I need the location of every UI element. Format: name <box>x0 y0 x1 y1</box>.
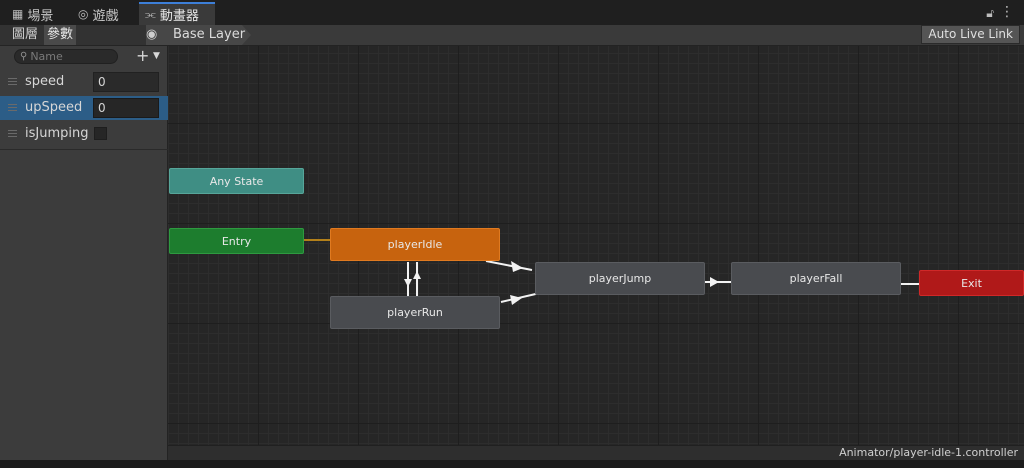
state-player-fall[interactable]: playerFall <box>731 262 901 295</box>
tab-animator[interactable]: ⫘ 動畫器 <box>139 2 215 25</box>
tab-game-label: 遊戲 <box>92 8 119 24</box>
search-input[interactable] <box>27 50 111 63</box>
parameter-value-input[interactable] <box>93 72 159 92</box>
animator-icon: ⫘ <box>145 7 156 21</box>
transition-idle-jump[interactable] <box>485 260 533 271</box>
more-options-icon[interactable]: ⋮ <box>1000 4 1014 20</box>
parameter-name: speed <box>25 74 65 89</box>
tab-game[interactable]: ◎ 遊戲 <box>72 3 125 25</box>
parameter-name: upSpeed <box>25 100 83 115</box>
state-any-state[interactable]: Any State <box>169 168 304 194</box>
arrow-icon <box>404 279 412 287</box>
transition-run-jump[interactable] <box>500 292 541 303</box>
grid-icon: ▦ <box>12 7 24 21</box>
gamepad-icon: ◎ <box>78 7 89 21</box>
parameter-row-speed[interactable]: speed <box>0 70 168 94</box>
drag-handle-icon[interactable] <box>8 130 17 137</box>
arrow-icon <box>511 261 523 272</box>
graph-toolbar: ◉ Base Layer Auto Live Link <box>146 25 1024 46</box>
tab-animator-label: 動畫器 <box>159 9 199 24</box>
divider <box>0 149 168 150</box>
tab-parameters[interactable]: 參數 <box>44 25 77 45</box>
tab-layers[interactable]: 圖層 <box>9 25 41 45</box>
parameter-search-row: ⚲ + ▼ <box>0 46 168 68</box>
parameter-row-upspeed[interactable]: upSpeed <box>0 96 168 120</box>
window-tab-bar: ▦ 場景 ◎ 遊戲 ⫘ 動畫器 🔓︎ ⋮ <box>0 0 1024 25</box>
lock-icon[interactable]: 🔓︎ <box>986 6 994 21</box>
tab-scene-label: 場景 <box>27 8 54 24</box>
arrow-icon <box>710 277 719 287</box>
breadcrumb-base-layer[interactable]: Base Layer <box>173 27 245 42</box>
auto-live-link-button[interactable]: Auto Live Link <box>921 25 1020 44</box>
parameter-row-isjumping[interactable]: isJumping <box>0 122 168 146</box>
parameter-checkbox[interactable] <box>94 127 107 140</box>
bottom-panel-edge <box>0 460 1024 468</box>
state-player-run[interactable]: playerRun <box>330 296 500 329</box>
parameter-name: isJumping <box>25 126 89 141</box>
eye-icon[interactable]: ◉ <box>146 27 157 42</box>
add-parameter-button[interactable]: + <box>136 46 149 65</box>
state-player-jump[interactable]: playerJump <box>535 262 705 295</box>
panel-tabs: 圖層 參數 <box>0 25 168 46</box>
parameters-panel: 圖層 參數 ⚲ + ▼ speed upSpeed isJumping <box>0 25 168 460</box>
parameter-search[interactable]: ⚲ <box>14 49 118 64</box>
dropdown-caret-icon[interactable]: ▼ <box>153 51 160 61</box>
tab-scene[interactable]: ▦ 場景 <box>6 3 59 25</box>
drag-handle-icon[interactable] <box>8 78 17 85</box>
animator-graph[interactable]: Any State Entry playerIdle playerRun pla… <box>168 25 1024 445</box>
drag-handle-icon[interactable] <box>8 104 17 111</box>
status-bar: Animator/player-idle-1.controller <box>168 445 1024 461</box>
parameter-value-input[interactable] <box>93 98 159 118</box>
search-icon: ⚲ <box>20 51 28 62</box>
state-exit[interactable]: Exit <box>919 270 1024 296</box>
arrow-icon <box>413 271 421 279</box>
arrow-icon <box>510 295 522 305</box>
controller-path: Animator/player-idle-1.controller <box>839 446 1018 459</box>
state-entry[interactable]: Entry <box>169 228 304 254</box>
state-player-idle[interactable]: playerIdle <box>330 228 500 261</box>
